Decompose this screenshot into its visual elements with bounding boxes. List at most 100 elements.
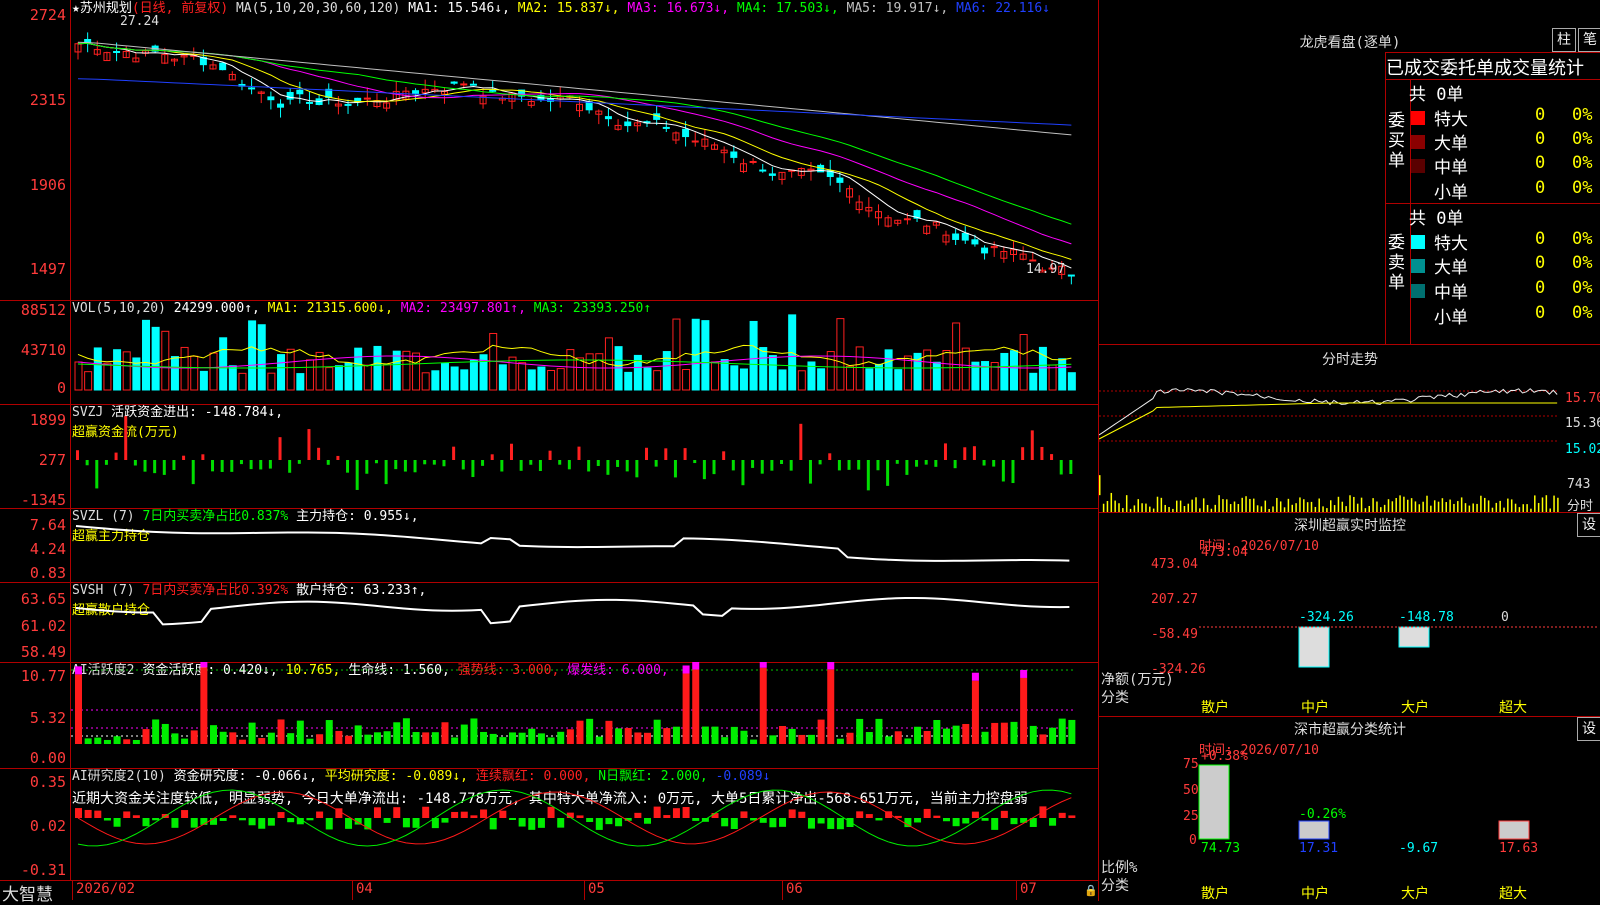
research-bar	[132, 815, 140, 818]
volume-canvas[interactable]	[71, 300, 1098, 404]
activity-bar	[692, 669, 700, 744]
lock-icon[interactable]: 🔒	[1084, 884, 1098, 897]
burst-marker	[200, 662, 208, 668]
svsh-pane[interactable]: 63.65 61.02 58.49 SVSH (7) 7日内买卖净占比0.392…	[0, 582, 1098, 663]
svsh-canvas[interactable]	[71, 582, 1098, 662]
intraday-vol-bar	[1287, 498, 1290, 513]
y-label: 1899	[29, 411, 66, 429]
sz-class-panel[interactable]: 深市超赢分类统计 设 时间: 2026/07/10 75 50 25 0 +0.…	[1098, 716, 1600, 902]
pen-mode-button[interactable]: 笔	[1578, 28, 1600, 52]
y-label: 10.77	[20, 667, 66, 685]
candle-body	[219, 62, 227, 71]
candle-body	[277, 103, 285, 108]
intraday-vol-bar	[1276, 497, 1278, 513]
ai-active-canvas[interactable]	[71, 662, 1098, 768]
flow-bar	[963, 447, 967, 460]
y-label: 88512	[20, 301, 66, 319]
flow-bar	[153, 460, 157, 474]
sz-class-value: 74.73	[1201, 841, 1241, 856]
x-label: 04	[356, 881, 373, 897]
sz-monitor-panel[interactable]: 深圳超赢实时监控 设 时间: 2026/07/10 473.04 207.27 …	[1098, 512, 1600, 717]
intraday-vol-bar	[1534, 495, 1536, 513]
research-bar	[595, 818, 603, 830]
flow-bar	[866, 460, 870, 491]
volume-pane[interactable]: 88512 43710 0 VOL(5,10,20) 24299.000↑, M…	[0, 300, 1098, 405]
activity-bar	[296, 720, 304, 744]
svzl-pane[interactable]: 7.64 4.24 0.83 SVZL (7) 7日内买卖净占比0.837% 主…	[0, 508, 1098, 583]
sz-class-value: 17.63	[1499, 841, 1539, 856]
volume-bar	[932, 361, 941, 391]
bar-mode-button[interactable]: 柱	[1552, 28, 1576, 52]
research-bar	[190, 818, 198, 828]
volume-bar	[759, 347, 768, 391]
volume-bar	[440, 362, 449, 391]
research-bar	[345, 818, 353, 829]
research-bar	[586, 818, 594, 822]
ma-line	[77, 42, 1072, 260]
activity-bar	[682, 673, 690, 744]
research-bar	[923, 808, 931, 818]
svzj-canvas[interactable]	[71, 404, 1098, 508]
intraday-vol-bar	[1410, 498, 1413, 513]
activity-bar	[499, 737, 507, 744]
volume-bar	[585, 353, 594, 391]
research-bar	[441, 818, 449, 823]
volume-bar	[469, 359, 478, 391]
volume-bar	[392, 350, 401, 391]
buy-total: 共 0单	[1409, 85, 1464, 105]
buy-orders-label: 委买单	[1388, 111, 1405, 171]
intraday-vol-bar	[1191, 499, 1193, 513]
buy-xl-swatch	[1411, 111, 1425, 125]
research-bar	[721, 818, 729, 827]
volume-bar	[257, 324, 266, 391]
sell-row-label: 特大	[1434, 234, 1468, 254]
activity-bar	[267, 732, 275, 744]
activity-bar	[547, 737, 555, 744]
ai-research-pane[interactable]: 0.35 0.02 -0.31 AI研究度2(10) 资金研究度: -0.066…	[0, 768, 1098, 881]
research-bar	[991, 818, 999, 830]
candle-body	[469, 83, 477, 86]
intraday-vol-bar	[1202, 498, 1205, 513]
volume-bar	[84, 371, 93, 391]
candle-body	[113, 50, 121, 53]
sell-row-pct: 0%	[1572, 229, 1593, 249]
flow-bar	[1001, 460, 1005, 482]
flow-bar	[789, 460, 793, 471]
kline-pane[interactable]: 2724 2315 1906 1497 ★苏州规划(日线, 前复权) MA(5,…	[0, 0, 1098, 301]
flow-bar	[645, 447, 649, 460]
intraday-vol-bar	[1218, 495, 1220, 513]
volume-bar	[537, 366, 546, 391]
sell-row-pct: 0%	[1572, 278, 1593, 298]
sz-class-canvas[interactable]	[1099, 717, 1600, 901]
intraday-title: 分时走势	[1322, 352, 1378, 368]
research-bar	[817, 818, 825, 824]
svzj-pane[interactable]: 1899 277 -1345 SVZJ 活跃资金进出: -148.784↓, 超…	[0, 404, 1098, 509]
burst-marker	[75, 666, 82, 675]
activity-bar	[711, 726, 719, 744]
activity-bar	[210, 725, 218, 744]
svzl-canvas[interactable]	[71, 508, 1098, 582]
svzj-y-axis: 1899 277 -1345	[0, 404, 71, 508]
intraday-panel[interactable]: 分时走势 15.70 15.36 15.02 743 分时	[1098, 344, 1600, 514]
research-bar	[181, 810, 189, 818]
volume-bar	[556, 368, 565, 391]
flow-bar	[461, 460, 465, 470]
activity-bar	[1020, 677, 1028, 744]
ai-research-canvas[interactable]	[71, 768, 1098, 880]
intraday-y-label: 15.70	[1565, 391, 1600, 406]
research-bar	[634, 812, 642, 818]
research-bar	[229, 815, 237, 818]
activity-bar	[393, 722, 401, 744]
kline-canvas[interactable]	[71, 0, 1098, 300]
volume-bar	[894, 369, 903, 391]
ai-active-pane[interactable]: 10.77 5.32 0.00 AI活跃度2 资金活跃度: 0.420↓, 10…	[0, 662, 1098, 769]
candle-body	[749, 160, 757, 163]
activity-bar	[480, 731, 488, 744]
intraday-canvas[interactable]	[1099, 369, 1567, 513]
research-bar	[827, 818, 835, 829]
volume-bar	[412, 352, 421, 391]
bar-retail	[1198, 764, 1230, 840]
ai-research-y-axis: 0.35 0.02 -0.31	[0, 768, 71, 880]
intraday-vol-bar	[1507, 498, 1509, 513]
research-bar	[393, 807, 401, 818]
